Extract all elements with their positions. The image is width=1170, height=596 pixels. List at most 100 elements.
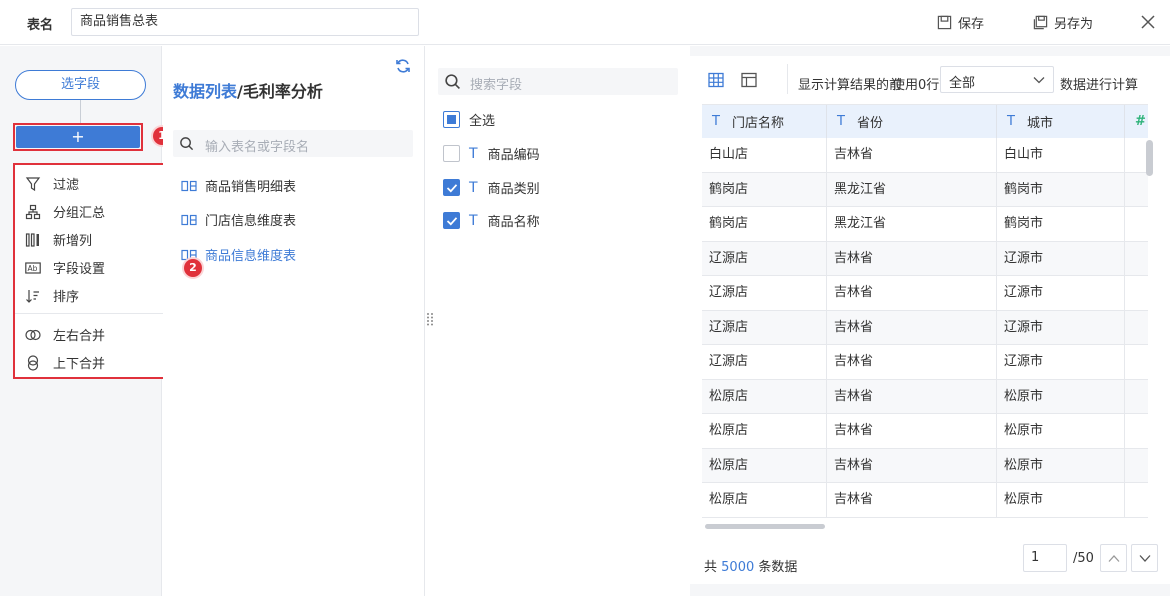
horizontal-scrollbar[interactable]	[703, 522, 1147, 530]
column-header[interactable]: T 门店名称	[702, 105, 827, 138]
table-item[interactable]: 门店信息维度表	[181, 210, 296, 229]
table-row[interactable]: 辽源店 吉林省 辽源市	[702, 241, 1148, 276]
chevron-down-icon	[1139, 555, 1151, 562]
menu-item-filter[interactable]: 过滤	[25, 174, 79, 193]
grid-view-icon[interactable]	[708, 72, 724, 88]
layout-view-icon[interactable]	[741, 72, 757, 88]
field-row[interactable]: T 商品类别	[443, 178, 540, 197]
text-type-icon: T	[837, 114, 845, 129]
next-page-button[interactable]	[1131, 544, 1158, 572]
save-button[interactable]: 保存	[937, 13, 984, 32]
table-cell: 吉林省	[827, 241, 997, 276]
menu-item-add-column[interactable]: 新增列	[25, 230, 92, 249]
number-type-icon: #	[1135, 114, 1146, 129]
select-field-button[interactable]: 选字段	[15, 70, 146, 100]
count-prefix: 共	[704, 560, 718, 575]
field-row[interactable]: T 商品名称	[443, 211, 540, 230]
table-cell: 松原市	[997, 483, 1125, 517]
menu-item-label: 分组汇总	[53, 206, 106, 221]
table-cell: 辽源店	[702, 345, 827, 379]
check-icon	[446, 184, 458, 193]
column-header-label: 城市	[1026, 116, 1053, 131]
table-row[interactable]: 松原店 吉林省 松原市	[702, 414, 1148, 449]
table-search-input[interactable]: 输入表名或字段名	[173, 130, 413, 157]
table-cell: 松原市	[997, 379, 1125, 414]
table-cell: 辽源市	[997, 310, 1125, 345]
group-icon	[25, 204, 41, 219]
table-cell: 吉林省	[827, 483, 997, 517]
table-cell	[1125, 345, 1148, 379]
page-number-input[interactable]: 1	[1023, 544, 1067, 572]
table-cell	[1125, 173, 1148, 207]
field-checkbox[interactable]	[443, 145, 460, 162]
table-cell: 吉林省	[827, 345, 997, 379]
text-type-icon: T	[469, 145, 478, 162]
step-connector	[80, 100, 81, 124]
select-all-checkbox[interactable]	[443, 111, 460, 128]
table-row[interactable]: 松原店 吉林省 松原市	[702, 448, 1148, 483]
field-checkbox[interactable]	[443, 179, 460, 196]
table-cell: 松原市	[997, 414, 1125, 448]
field-checkbox[interactable]	[443, 212, 460, 229]
count-value: 5000	[721, 560, 755, 575]
panel-title-highlight: 数据列表	[173, 82, 238, 101]
field-search-input[interactable]: 搜索字段	[438, 68, 678, 95]
field-row[interactable]: T 商品编码	[443, 144, 540, 163]
menu-item-merge-vertical[interactable]: 上下合并	[25, 353, 105, 372]
step-badge-2: 2	[184, 259, 202, 277]
vertical-scroll-thumb[interactable]	[1146, 140, 1153, 176]
row-count-select[interactable]: 全部	[940, 66, 1054, 93]
table-cell: 白山店	[702, 138, 827, 172]
table-cell: 黑龙江省	[827, 207, 997, 241]
column-header[interactable]: T 省份	[827, 105, 997, 138]
preview-card: 显示计算结果的前 使用0行数据 全部 数据进行计算 T 门店名称 T 省份 T 城市 …	[690, 56, 1170, 584]
table-row[interactable]: 辽源店 吉林省 辽源市	[702, 310, 1148, 345]
table-row[interactable]: 辽源店 吉林省 辽源市	[702, 276, 1148, 311]
save-as-icon	[1033, 15, 1048, 30]
field-settings-icon: Ab	[25, 261, 41, 274]
menu-item-sort[interactable]: 排序	[25, 286, 79, 305]
menu-item-field-settings[interactable]: Ab 字段设置	[25, 258, 105, 277]
save-as-button[interactable]: 另存为	[1033, 13, 1093, 32]
prev-page-button[interactable]	[1100, 544, 1127, 572]
save-label: 保存	[958, 17, 985, 32]
select-all-row[interactable]: 全选	[443, 110, 495, 129]
merge-horizontal-icon	[25, 329, 41, 340]
menu-item-merge-horizontal[interactable]: 左右合并	[25, 325, 105, 344]
merge-vertical-icon	[27, 354, 39, 371]
table-cell	[1125, 449, 1148, 483]
table-row[interactable]: 鹤岗店 黑龙江省 鹤岗市	[702, 207, 1148, 242]
data-grid: T 门店名称 T 省份 T 城市 # 白山店 吉林省 白山市 鹤岗店 黑龙江省 鹤岗市 鹤岗店 黑龙…	[702, 104, 1148, 520]
close-icon[interactable]	[1139, 13, 1157, 31]
field-panel: 搜索字段 全选 T 商品编码 T 商品类别 T 商品名称	[426, 46, 689, 596]
column-header[interactable]: #	[1125, 105, 1148, 138]
drag-handle-icon[interactable]	[426, 312, 434, 326]
table-name-input[interactable]: 商品销售总表	[71, 8, 419, 36]
add-step-button[interactable]: +	[16, 126, 140, 148]
search-icon	[445, 74, 460, 89]
add-step-menu: 过滤 分组汇总 新增列 Ab 字段设置 排序 左右合并 上下合并	[13, 163, 174, 379]
menu-item-group[interactable]: 分组汇总	[25, 202, 105, 221]
table-row[interactable]: 白山店 吉林省 白山市	[702, 138, 1148, 173]
table-cell: 辽源市	[997, 345, 1125, 379]
column-header[interactable]: T 城市	[997, 105, 1125, 138]
table-row[interactable]: 鹤岗店 黑龙江省 鹤岗市	[702, 172, 1148, 207]
field-label: 商品类别	[487, 182, 540, 197]
refresh-icon[interactable]	[395, 58, 411, 74]
table-cell: 鹤岗店	[702, 172, 827, 207]
menu-item-label: 字段设置	[53, 262, 106, 277]
table-cell: 辽源市	[997, 276, 1125, 310]
horizontal-scroll-thumb[interactable]	[705, 524, 825, 529]
table-cell: 吉林省	[827, 379, 997, 414]
table-row[interactable]: 松原店 吉林省 松原市	[702, 483, 1148, 518]
table-item[interactable]: 商品销售明细表	[181, 176, 296, 195]
chevron-up-icon	[1108, 555, 1120, 562]
panel-title-rest: /毛利率分析	[237, 82, 323, 101]
table-cell: 辽源店	[702, 241, 827, 276]
panel-title: 数据列表/毛利率分析	[173, 78, 323, 102]
table-cell: 白山市	[997, 138, 1125, 172]
svg-text:Ab: Ab	[28, 264, 38, 273]
table-row[interactable]: 松原店 吉林省 松原市	[702, 379, 1148, 414]
top-bar: 表名 商品销售总表 保存 另存为	[0, 0, 1170, 45]
table-row[interactable]: 辽源店 吉林省 辽源市	[702, 345, 1148, 380]
